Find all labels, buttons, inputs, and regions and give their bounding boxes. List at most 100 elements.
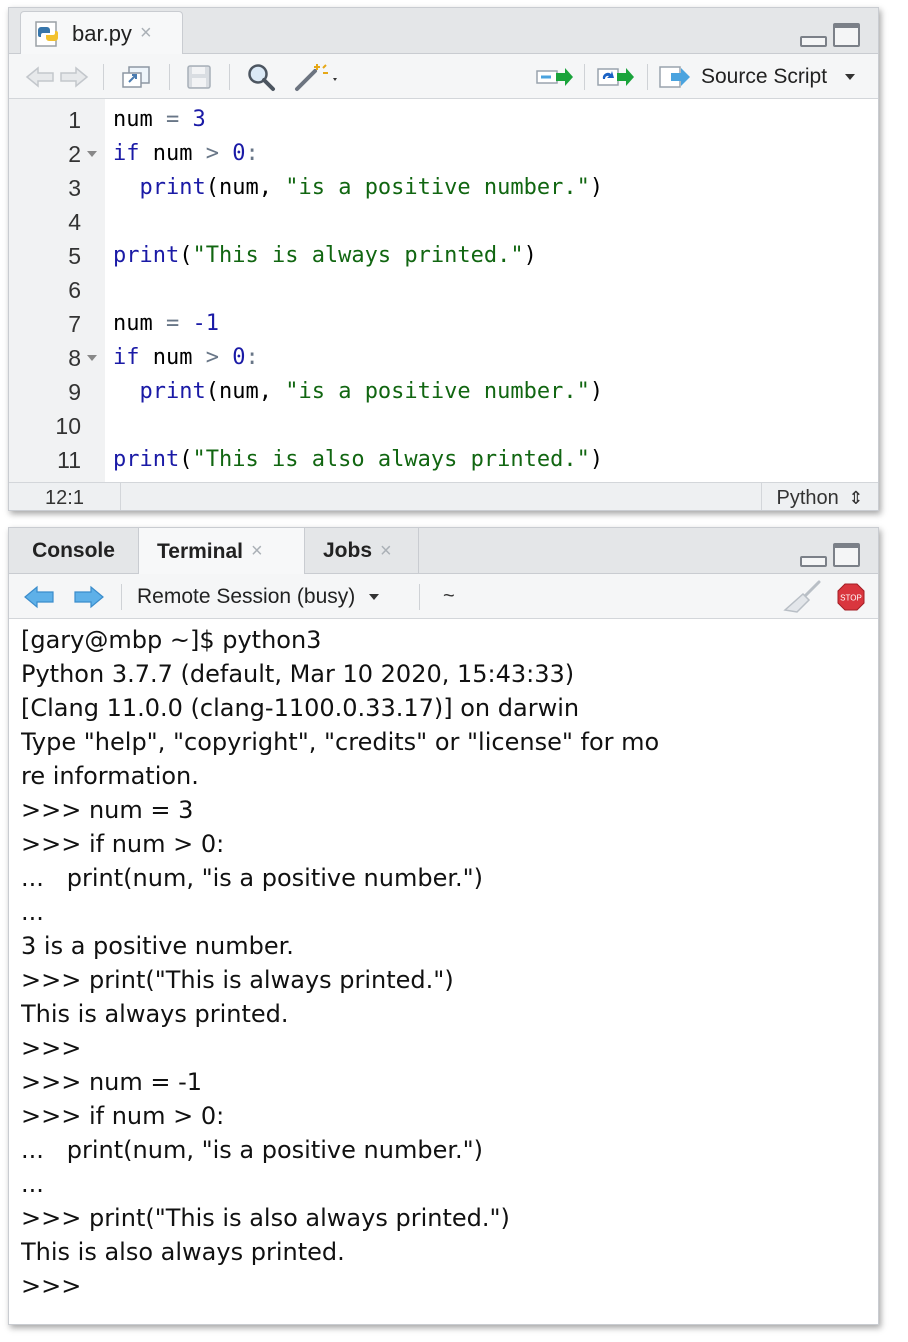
chevron-down-icon[interactable]	[845, 73, 856, 80]
stop-label: STOP	[840, 593, 862, 602]
minimize-pane-button[interactable]	[800, 36, 827, 47]
magic-wand-icon[interactable]	[293, 54, 341, 99]
close-jobs-tab-icon[interactable]: ×	[380, 540, 392, 563]
tab-terminal[interactable]: Terminal ×	[139, 528, 305, 575]
terminal-line: ...	[21, 1170, 44, 1198]
code-line[interactable]: 4	[9, 205, 878, 239]
previous-terminal-icon[interactable]	[23, 574, 55, 619]
line-number: 3	[68, 175, 81, 201]
language-selector[interactable]: Python ⇕	[761, 483, 878, 510]
line-number: 10	[55, 413, 81, 439]
code-text: if num > 0:	[113, 137, 259, 171]
code-token: :	[245, 141, 259, 166]
code-token: (	[179, 243, 193, 268]
next-terminal-icon[interactable]	[73, 574, 105, 619]
terminal-line: Python 3.7.7 (default, Mar 10 2020, 15:4…	[21, 660, 575, 688]
working-directory: ~	[443, 574, 455, 619]
code-token: "is a positive number."	[285, 175, 590, 200]
code-line[interactable]: 2 if num > 0:	[9, 137, 878, 171]
terminal-line: This is also always printed.	[21, 1238, 345, 1266]
line-number: 9	[68, 379, 81, 405]
close-tab-icon[interactable]: ×	[140, 22, 152, 45]
search-icon[interactable]	[246, 54, 276, 99]
code-line[interactable]: 1 num = 3	[9, 103, 878, 137]
terminal-line: 3 is a positive number.	[21, 932, 294, 960]
terminal-output[interactable]: [gary@mbp ~]$ python3 Python 3.7.7 (defau…	[9, 619, 878, 1324]
code-token: (num,	[205, 175, 286, 200]
line-number: 6	[68, 277, 81, 303]
code-token: "is a positive number."	[285, 379, 590, 404]
code-token: )	[589, 379, 604, 404]
code-line[interactable]: 6	[9, 273, 878, 307]
language-label: Python	[776, 487, 839, 509]
file-tab-bar-py[interactable]: bar.py ×	[20, 11, 183, 55]
code-token: )	[523, 243, 537, 268]
code-token: "This is also always printed."	[192, 447, 590, 472]
code-text: print(num, "is a positive number.")	[113, 171, 604, 205]
terminal-line: >>> num = 3	[21, 796, 194, 824]
code-line[interactable]: 7 num = -1	[9, 307, 878, 341]
code-text: print(num, "is a positive number.")	[113, 375, 604, 409]
tab-jobs-label: Jobs	[323, 539, 373, 562]
line-number: 8	[68, 345, 81, 371]
code-line[interactable]: 9 print(num, "is a positive number.")	[9, 375, 878, 409]
terminal-line: >>> if num > 0:	[21, 830, 225, 858]
show-in-window-icon[interactable]	[121, 54, 151, 99]
fold-toggle-icon[interactable]	[87, 355, 97, 361]
code-token: num	[139, 345, 206, 370]
back-arrow-icon[interactable]	[25, 54, 55, 99]
line-number: 4	[68, 209, 81, 235]
chevron-down-icon	[369, 593, 380, 600]
code-token: -1	[192, 311, 220, 336]
code-line[interactable]: 3 print(num, "is a positive number.")	[9, 171, 878, 205]
line-number: 1	[68, 107, 81, 133]
minimize-console-button[interactable]	[800, 556, 827, 567]
code-line[interactable]: 11 print("This is also always printed.")	[9, 443, 878, 477]
code-line[interactable]: 10	[9, 409, 878, 443]
stop-icon[interactable]: STOP	[837, 574, 865, 619]
code-token: =	[166, 107, 180, 132]
code-token: 3	[192, 107, 206, 132]
code-text: print("This is always printed.")	[113, 239, 537, 273]
source-icon	[659, 65, 690, 88]
code-text: num = 3	[113, 103, 206, 137]
code-editor[interactable]: 1 num = 3 2 if num > 0: 3 print(num, "is a p…	[9, 99, 878, 482]
terminal-line: >>>	[21, 1272, 82, 1300]
cursor-position: 12:1	[9, 483, 121, 510]
code-token: print	[139, 379, 206, 404]
broom-icon[interactable]	[783, 574, 823, 619]
maximize-console-button[interactable]	[833, 543, 860, 567]
terminal-line: ...	[21, 898, 44, 926]
close-terminal-tab-icon[interactable]: ×	[251, 540, 263, 563]
console-tabstrip: Console Terminal × Jobs ×	[9, 528, 878, 575]
editor-pane: bar.py × Source Script 1 num = 3 2 if nu…	[8, 7, 879, 511]
terminal-line: >>> if num > 0:	[21, 1102, 225, 1130]
code-token: (	[179, 447, 193, 472]
code-token: num	[113, 311, 153, 336]
source-script-button[interactable]: Source Script	[659, 54, 856, 99]
code-line[interactable]: 8 if num > 0:	[9, 341, 878, 375]
editor-tabstrip: bar.py ×	[9, 8, 878, 55]
maximize-pane-button[interactable]	[833, 23, 860, 47]
terminal-line: >>> num = -1	[21, 1068, 203, 1096]
tab-jobs[interactable]: Jobs ×	[305, 528, 419, 574]
code-text: num = -1	[113, 307, 219, 341]
fold-toggle-icon[interactable]	[87, 151, 97, 157]
terminal-line: [gary@mbp ~]$ python3	[21, 626, 322, 654]
terminal-line: >>> print("This is always printed.")	[21, 966, 454, 994]
session-dropdown[interactable]: Remote Session (busy)	[137, 574, 380, 619]
code-token: num	[113, 107, 153, 132]
file-tab-label: bar.py	[72, 20, 132, 46]
rerun-icon[interactable]	[597, 54, 635, 99]
forward-arrow-icon[interactable]	[59, 54, 89, 99]
terminal-line: ... print(num, "is a positive number.")	[21, 864, 484, 892]
tab-console[interactable]: Console	[9, 528, 139, 574]
run-line-icon[interactable]	[536, 54, 574, 99]
save-icon[interactable]	[186, 54, 212, 99]
code-line[interactable]: 5 print("This is always printed.")	[9, 239, 878, 273]
